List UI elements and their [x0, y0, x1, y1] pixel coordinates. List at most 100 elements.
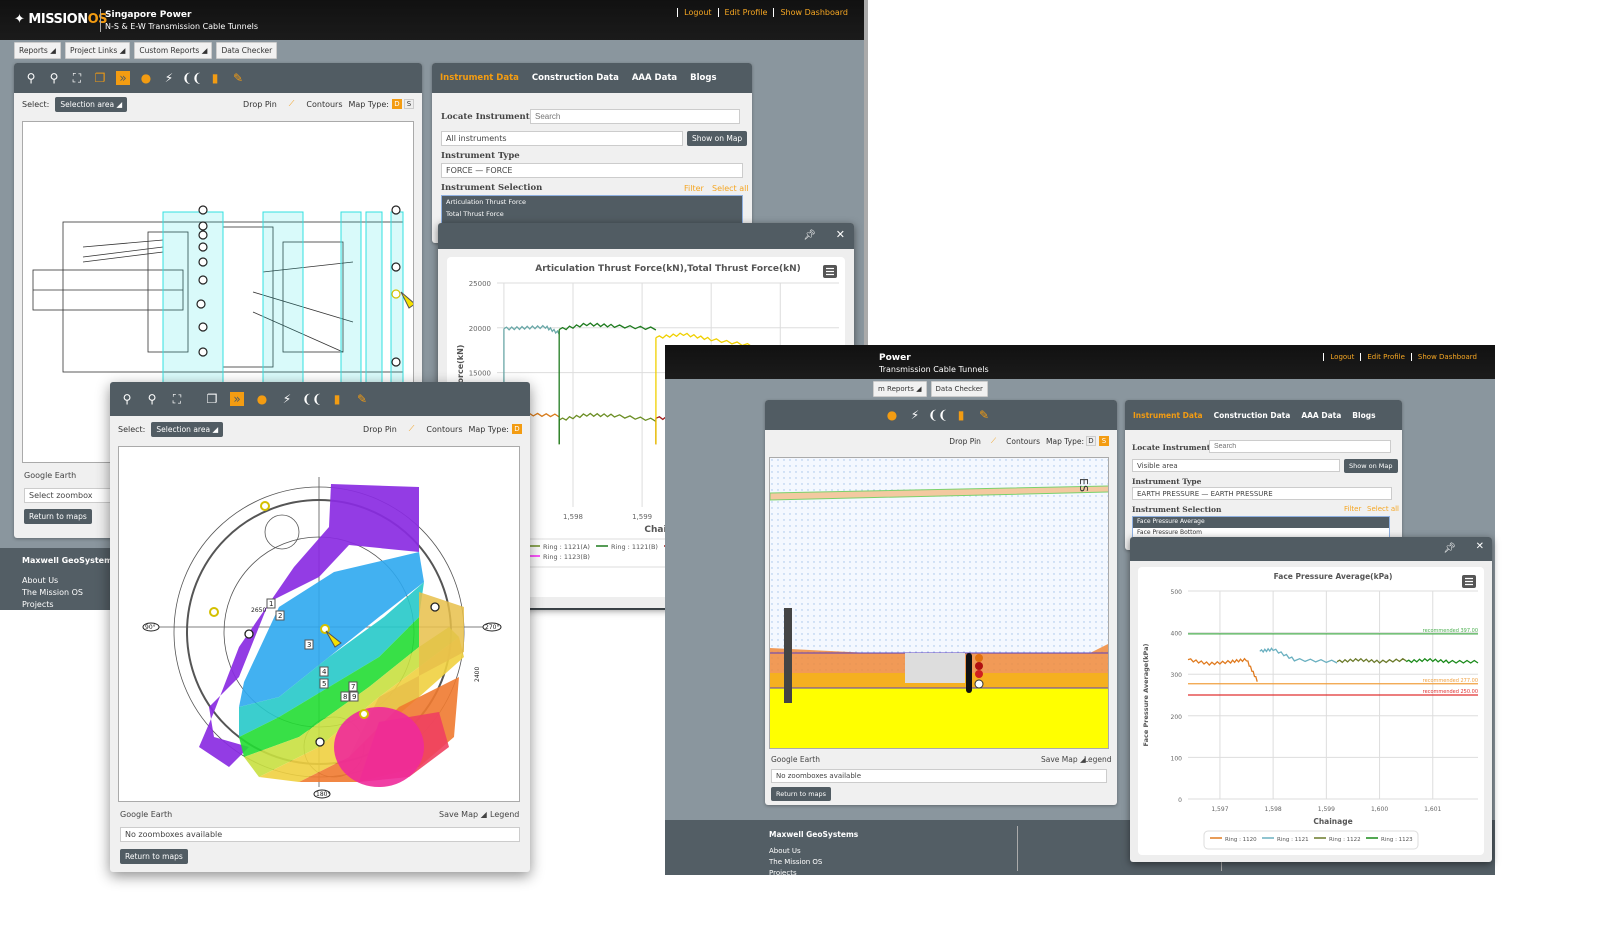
footer-projects-link[interactable]: Projects: [22, 599, 83, 610]
instrument-alert-icon[interactable]: ●: [885, 408, 899, 422]
geology-section-map[interactable]: ES: [769, 457, 1109, 749]
zoombox-select[interactable]: Select zoombox: [24, 488, 124, 503]
zoom-extent-icon[interactable]: ⛶: [170, 392, 184, 406]
pencil-icon[interactable]: ✎: [355, 392, 369, 406]
contours-button[interactable]: Contours: [426, 425, 462, 434]
instrument-alert-icon[interactable]: ●: [139, 71, 153, 85]
select-all-link[interactable]: Select all: [712, 184, 749, 193]
zoom-in-icon[interactable]: ⚲: [24, 71, 38, 85]
show-dashboard-link[interactable]: Show Dashboard: [773, 8, 848, 17]
sections-icon[interactable]: »: [230, 392, 244, 406]
list-item[interactable]: Total Thrust Force: [442, 208, 742, 220]
instrument-search-input[interactable]: [1209, 440, 1391, 453]
map-type-d[interactable]: D: [512, 424, 522, 434]
instrument-type-select[interactable]: FORCE — FORCE: [441, 163, 743, 178]
tab-aaa-data[interactable]: AAA Data: [1301, 411, 1341, 420]
save-map-button[interactable]: Save Map ◢: [1041, 755, 1086, 764]
google-earth-link[interactable]: Google Earth: [24, 471, 76, 480]
legend-button[interactable]: Legend: [1084, 755, 1112, 764]
pin-icon[interactable]: 📌︎: [803, 230, 816, 241]
menu-custom-reports[interactable]: m Reports ◢: [873, 381, 927, 397]
filter-link[interactable]: Filter: [1344, 505, 1361, 513]
pencil-icon[interactable]: ✎: [977, 408, 991, 422]
footer-missionos-link[interactable]: The Mission OS: [769, 857, 822, 868]
instrument-type-select[interactable]: EARTH PRESSURE — EARTH PRESSURE: [1132, 487, 1392, 500]
logout-link[interactable]: Logout: [1323, 353, 1354, 361]
map-type-s[interactable]: S: [1099, 436, 1109, 446]
pin-icon[interactable]: ▮: [208, 71, 222, 85]
trigger-icon[interactable]: ⚡: [162, 71, 176, 85]
contours-icon[interactable]: ❨❨: [302, 392, 322, 406]
tab-construction-data[interactable]: Construction Data: [532, 73, 619, 83]
selection-dropdown[interactable]: Selection area ◢: [55, 96, 128, 112]
footer-projects-link[interactable]: Projects: [769, 868, 822, 875]
edit-profile-link[interactable]: Edit Profile: [717, 8, 767, 17]
close-icon[interactable]: ✕: [836, 228, 845, 241]
trigger-icon[interactable]: ⚡: [908, 408, 922, 422]
close-icon[interactable]: ✕: [1476, 541, 1484, 552]
list-item[interactable]: Articulation Thrust Force: [442, 196, 742, 208]
tab-instrument-data[interactable]: Instrument Data: [440, 73, 519, 83]
footer-about-link[interactable]: About Us: [22, 575, 83, 587]
logout-link[interactable]: Logout: [677, 8, 712, 17]
pin-icon[interactable]: 📌︎: [1443, 543, 1456, 554]
instrument-scope-select[interactable]: Visible area: [1132, 459, 1340, 472]
map-type-d[interactable]: D: [392, 99, 402, 109]
zoom-in-icon[interactable]: ⚲: [120, 392, 134, 406]
drop-pin-button[interactable]: Drop Pin: [363, 425, 397, 434]
pencil-icon[interactable]: ✎: [231, 71, 245, 85]
zoom-out-icon[interactable]: ⚲: [145, 392, 159, 406]
selection-dropdown[interactable]: Selection area ◢: [151, 421, 224, 437]
save-map-button[interactable]: Save Map ◢: [439, 810, 487, 819]
menu-data-checker[interactable]: Data Checker: [930, 381, 988, 397]
drop-pin-button[interactable]: Drop Pin: [243, 100, 277, 109]
tab-blogs[interactable]: Blogs: [690, 73, 716, 83]
menu-reports[interactable]: Reports ◢: [14, 42, 61, 59]
map-type-s[interactable]: S: [404, 99, 414, 109]
zoombox-select[interactable]: No zoomboxes available: [120, 827, 520, 842]
google-earth-link[interactable]: Google Earth: [120, 810, 172, 819]
layers-icon[interactable]: ❐: [205, 392, 219, 406]
menu-project-links[interactable]: Project Links ◢: [64, 42, 131, 59]
map-type-d[interactable]: D: [1086, 436, 1096, 446]
footer-about-link[interactable]: About Us: [769, 846, 822, 857]
contours-icon[interactable]: ❨❨: [928, 408, 948, 422]
contours-button[interactable]: Contours: [306, 100, 342, 109]
zoom-extent-icon[interactable]: ⛶: [70, 71, 84, 85]
return-to-maps-button[interactable]: Return to maps: [120, 849, 188, 864]
zoom-out-icon[interactable]: ⚲: [47, 71, 61, 85]
menu-custom-reports[interactable]: Custom Reports ◢: [134, 42, 213, 59]
google-earth-link[interactable]: Google Earth: [771, 755, 820, 764]
trigger-icon[interactable]: ⚡: [280, 392, 294, 406]
select-all-link[interactable]: Select all: [1367, 505, 1399, 513]
measure-icon[interactable]: ⟋: [289, 99, 295, 109]
face-contour-map[interactable]: 1 2 3 4 5 7 8 9 90° 270° 180° 2400 2650: [118, 446, 520, 802]
zoombox-select[interactable]: No zoomboxes available: [771, 769, 1107, 783]
legend-button[interactable]: Legend: [490, 810, 519, 819]
measure-icon[interactable]: ⟋: [991, 436, 996, 446]
drop-pin-button[interactable]: Drop Pin: [949, 437, 981, 446]
instrument-alert-icon[interactable]: ●: [255, 392, 269, 406]
measure-icon[interactable]: ⟋: [409, 424, 415, 434]
edit-profile-link[interactable]: Edit Profile: [1360, 353, 1405, 361]
tab-aaa-data[interactable]: AAA Data: [632, 73, 677, 83]
layers-icon[interactable]: ❐: [93, 71, 107, 85]
pin-icon[interactable]: ▮: [330, 392, 344, 406]
menu-data-checker[interactable]: Data Checker: [216, 42, 278, 59]
show-dashboard-link[interactable]: Show Dashboard: [1410, 353, 1477, 361]
tab-blogs[interactable]: Blogs: [1352, 411, 1375, 420]
return-to-maps-button[interactable]: Return to maps: [771, 787, 832, 801]
tab-construction-data[interactable]: Construction Data: [1214, 411, 1291, 420]
tab-instrument-data[interactable]: Instrument Data: [1133, 411, 1203, 420]
show-on-map-button[interactable]: Show on Map: [1344, 459, 1398, 473]
footer-missionos-link[interactable]: The Mission OS: [22, 587, 83, 599]
return-to-maps-button[interactable]: Return to maps: [24, 509, 92, 524]
sections-icon[interactable]: »: [116, 71, 130, 85]
contours-icon[interactable]: ❨❨: [182, 71, 202, 85]
pin-icon[interactable]: ▮: [954, 408, 968, 422]
instrument-search-input[interactable]: [530, 109, 740, 124]
contours-button[interactable]: Contours: [1006, 437, 1040, 446]
filter-link[interactable]: Filter: [684, 184, 704, 193]
instrument-scope-select[interactable]: All instruments: [441, 131, 683, 146]
show-on-map-button[interactable]: Show on Map: [687, 131, 748, 146]
